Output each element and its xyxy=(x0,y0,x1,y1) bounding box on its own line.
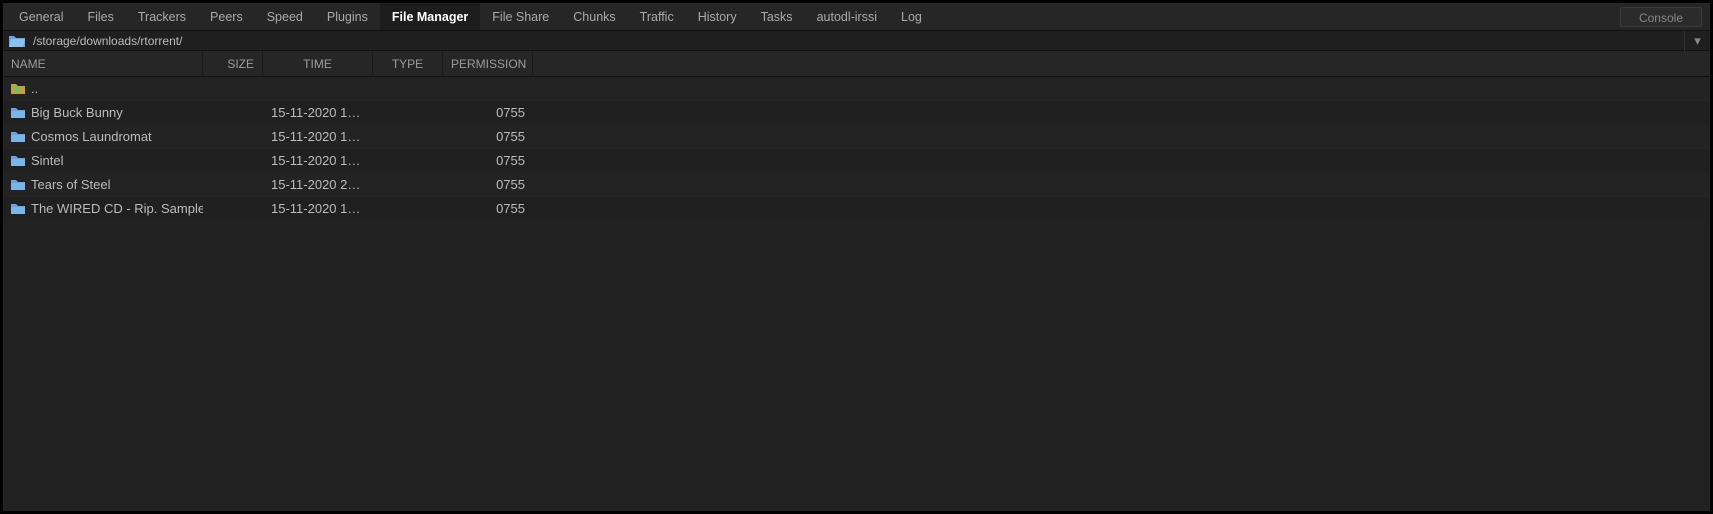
table-header: NAME SIZE TIME TYPE PERMISSION xyxy=(3,51,1710,77)
table-row[interactable]: Cosmos Laundromat 15-11-2020 18:59:40 0755 xyxy=(3,125,1710,149)
console-button[interactable]: Console xyxy=(1620,7,1702,27)
col-permission[interactable]: PERMISSION xyxy=(443,51,533,77)
cell-name: Big Buck Bunny xyxy=(3,105,203,120)
col-size[interactable]: SIZE xyxy=(203,51,263,77)
file-name: Big Buck Bunny xyxy=(31,105,123,120)
folder-up-icon xyxy=(11,83,25,95)
file-table: NAME SIZE TIME TYPE PERMISSION .. Big Buc… xyxy=(3,51,1710,511)
tab-file-share[interactable]: File Share xyxy=(480,3,561,30)
table-row[interactable]: The WIRED CD - Rip. Sample. Mash 15-11-20… xyxy=(3,197,1710,221)
table-row[interactable]: .. xyxy=(3,77,1710,101)
cell-time: 15-11-2020 22:41:13 xyxy=(263,177,373,192)
cell-permission: 0755 xyxy=(443,177,533,192)
cell-permission: 0755 xyxy=(443,153,533,168)
file-name: .. xyxy=(31,81,38,96)
tab-autodl-irssi[interactable]: autodl-irssi xyxy=(805,3,889,30)
col-name[interactable]: NAME xyxy=(3,51,203,77)
path-bar: /storage/downloads/rtorrent/ ▾ xyxy=(3,31,1710,51)
folder-icon xyxy=(11,131,25,143)
folder-icon xyxy=(11,179,25,191)
table-row[interactable]: Sintel 15-11-2020 19:02:40 0755 xyxy=(3,149,1710,173)
cell-time: 15-11-2020 19:33:47 xyxy=(263,201,373,216)
path-dropdown-toggle[interactable]: ▾ xyxy=(1684,31,1710,51)
tab-files[interactable]: Files xyxy=(75,3,125,30)
tab-tasks[interactable]: Tasks xyxy=(749,3,805,30)
table-row[interactable]: Tears of Steel 15-11-2020 22:41:13 0755 xyxy=(3,173,1710,197)
tab-speed[interactable]: Speed xyxy=(255,3,315,30)
cell-time: 15-11-2020 19:02:40 xyxy=(263,153,373,168)
cell-time: 15-11-2020 18:59:30 xyxy=(263,105,373,120)
file-name: Tears of Steel xyxy=(31,177,111,192)
folder-icon xyxy=(11,107,25,119)
cell-permission: 0755 xyxy=(443,201,533,216)
col-time[interactable]: TIME xyxy=(263,51,373,77)
app-window: GeneralFilesTrackersPeersSpeedPluginsFil… xyxy=(0,0,1713,514)
tab-log[interactable]: Log xyxy=(889,3,934,30)
file-name: Cosmos Laundromat xyxy=(31,129,152,144)
table-row[interactable]: Big Buck Bunny 15-11-2020 18:59:30 0755 xyxy=(3,101,1710,125)
tab-bar: GeneralFilesTrackersPeersSpeedPluginsFil… xyxy=(3,3,1710,31)
chevron-down-icon: ▾ xyxy=(1694,33,1701,48)
cell-name: Sintel xyxy=(3,153,203,168)
cell-name: .. xyxy=(3,81,203,96)
tab-chunks[interactable]: Chunks xyxy=(561,3,627,30)
tab-peers[interactable]: Peers xyxy=(198,3,255,30)
cell-time: 15-11-2020 18:59:40 xyxy=(263,129,373,144)
tab-general[interactable]: General xyxy=(7,3,75,30)
file-name: The WIRED CD - Rip. Sample. Mash xyxy=(31,201,203,216)
col-type[interactable]: TYPE xyxy=(373,51,443,77)
table-body: ..Big Buck Bunny15-11-2020 18:59:300755C… xyxy=(3,77,1710,221)
cell-permission: 0755 xyxy=(443,105,533,120)
tab-file-manager[interactable]: File Manager xyxy=(380,3,480,30)
cell-name: The WIRED CD - Rip. Sample. Mash xyxy=(3,201,203,216)
tabbar-spacer xyxy=(934,3,1616,30)
folder-icon xyxy=(11,203,25,215)
tab-trackers[interactable]: Trackers xyxy=(126,3,198,30)
folder-open-icon xyxy=(9,34,25,47)
tab-plugins[interactable]: Plugins xyxy=(315,3,380,30)
cell-name: Cosmos Laundromat xyxy=(3,129,203,144)
file-name: Sintel xyxy=(31,153,64,168)
cell-name: Tears of Steel xyxy=(3,177,203,192)
tab-history[interactable]: History xyxy=(686,3,749,30)
current-path[interactable]: /storage/downloads/rtorrent/ xyxy=(33,34,182,48)
tab-traffic[interactable]: Traffic xyxy=(628,3,686,30)
cell-permission: 0755 xyxy=(443,129,533,144)
folder-icon xyxy=(11,155,25,167)
